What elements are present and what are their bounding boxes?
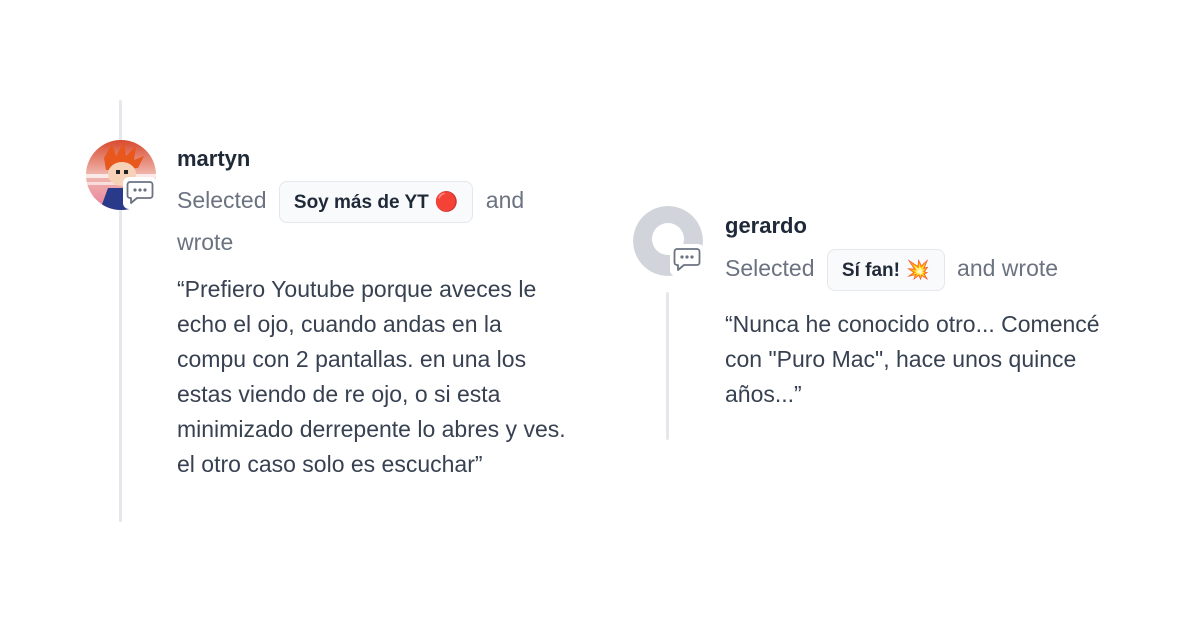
option-label: Soy más de YT <box>293 191 429 213</box>
wrote-label: wrote <box>177 229 234 255</box>
selected-label: Selected <box>725 255 815 281</box>
wrote-line-martyn: wrote <box>177 221 233 263</box>
comment-card-gerardo: gerardo Selected Sí fan! 💥 and wrote “Nun… <box>600 0 1200 630</box>
comment-bubble-icon <box>123 177 157 209</box>
username-martyn[interactable]: martyn <box>177 146 250 172</box>
red-circle-icon: 🔴 <box>434 191 459 213</box>
comment-text-gerardo: “Nunca he conocido otro... Comencé con "… <box>725 311 1100 407</box>
comment-bubble-icon <box>670 244 704 276</box>
selected-label: Selected <box>177 187 267 213</box>
and-label: and <box>485 187 525 213</box>
username-gerardo[interactable]: gerardo <box>725 213 807 239</box>
option-label: Sí fan! <box>841 259 900 281</box>
option-pill-gerardo[interactable]: Sí fan! 💥 <box>826 248 945 291</box>
selection-line-martyn: Selected Soy más de YT 🔴 and <box>177 179 524 223</box>
and-wrote-label: and wrote <box>957 255 1059 281</box>
collision-icon: 💥 <box>905 259 930 281</box>
comment-text-martyn: “Prefiero Youtube porque aveces le echo … <box>177 276 566 477</box>
selection-line-gerardo: Selected Sí fan! 💥 and wrote <box>725 247 1058 291</box>
comment-card-martyn: martyn Selected Soy más de YT 🔴 and wrote… <box>0 0 600 630</box>
option-pill-martyn[interactable]: Soy más de YT 🔴 <box>278 180 474 223</box>
